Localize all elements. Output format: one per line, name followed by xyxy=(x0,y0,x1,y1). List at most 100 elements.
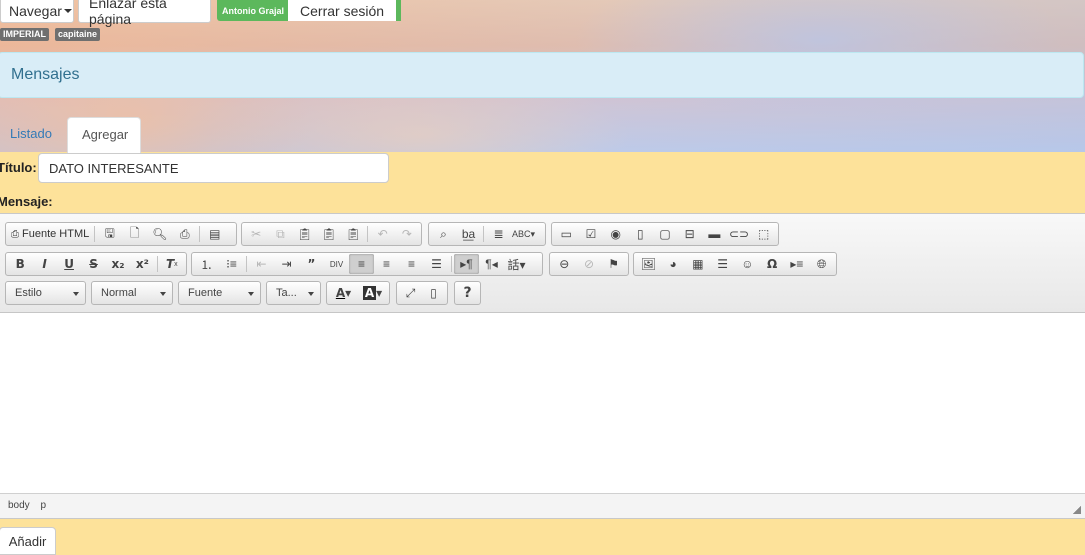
editor-content-area[interactable] xyxy=(0,314,1085,494)
help-icon[interactable]: ? xyxy=(457,283,478,303)
page-break-icon[interactable]: ▸≡ xyxy=(785,254,810,274)
titulo-label: Título: xyxy=(0,160,37,175)
toolbar-group-links: ⊖ ⊘ ⚑ xyxy=(549,252,629,276)
numbered-list-icon[interactable]: ⒈ xyxy=(194,254,219,274)
unlink-icon[interactable]: ⊘ xyxy=(577,254,602,274)
size-combo[interactable]: Ta... xyxy=(266,281,321,305)
preview-icon[interactable]: 🔍︎ xyxy=(147,224,172,244)
language-icon[interactable]: 話▾ xyxy=(504,254,529,274)
form-icon[interactable]: ▭ xyxy=(554,224,579,244)
select-all-icon[interactable]: ≣ xyxy=(486,224,511,244)
outdent-icon[interactable]: ⇤ xyxy=(249,254,274,274)
tab-listado[interactable]: Listado xyxy=(0,117,62,153)
radio-icon[interactable]: ◉ xyxy=(603,224,628,244)
checkbox-icon[interactable]: ☑ xyxy=(579,224,604,244)
horizontal-rule-icon[interactable]: ☰ xyxy=(710,254,735,274)
find-icon[interactable]: ⌕ xyxy=(431,224,456,244)
bold-icon[interactable]: B xyxy=(8,254,32,274)
flash-icon[interactable]: ◕ xyxy=(661,254,686,274)
resize-handle-icon[interactable] xyxy=(1072,505,1081,514)
save-icon[interactable]: 🖫 xyxy=(97,224,122,244)
toolbar-separator xyxy=(246,256,247,272)
source-icon: ⎙ xyxy=(11,228,19,240)
textfield-icon[interactable]: ▯ xyxy=(628,224,653,244)
add-button[interactable]: Añadir xyxy=(0,527,56,555)
font-combo[interactable]: Fuente xyxy=(178,281,261,305)
caret-down-icon xyxy=(63,9,72,13)
table-icon[interactable]: ▦ xyxy=(686,254,711,274)
toolbar-group-basicstyles: B I U S x₂ x² Tx xyxy=(5,252,187,276)
titulo-input[interactable] xyxy=(38,153,389,183)
toolbar-group-document: ⎙ Fuente HTML 🖫 🗋 🔍︎ ⎙ ▤ xyxy=(5,222,237,246)
copy-icon[interactable]: ⧉ xyxy=(268,224,292,244)
text-direction-ltr-icon[interactable]: ▸¶ xyxy=(454,254,479,274)
smiley-icon[interactable]: ☺ xyxy=(735,254,760,274)
toolbar-separator xyxy=(367,226,369,242)
redo-icon[interactable]: ↷ xyxy=(395,224,419,244)
navegar-menu-button[interactable]: Navegar xyxy=(0,0,74,23)
templates-icon[interactable]: ▤ xyxy=(202,224,227,244)
text-color-icon[interactable]: A ▾ xyxy=(329,283,358,303)
textarea-icon[interactable]: ▢ xyxy=(653,224,678,244)
iframe-globe-icon[interactable]: 🌐︎ xyxy=(809,254,834,274)
replace-icon[interactable]: b͟a xyxy=(456,224,481,244)
badge-imperial: IMPERIAL xyxy=(0,28,50,41)
format-combo[interactable]: Normal xyxy=(91,281,173,305)
panel-title: Mensajes xyxy=(0,52,1084,98)
path-body[interactable]: body xyxy=(8,494,30,518)
button-field-icon[interactable]: ▬ xyxy=(702,224,727,244)
text-direction-rtl-icon[interactable]: ¶◂ xyxy=(479,254,504,274)
show-blocks-icon[interactable]: ▯ xyxy=(422,283,445,303)
logout-button[interactable]: Cerrar sesión xyxy=(288,0,402,21)
anchor-flag-icon[interactable]: ⚑ xyxy=(601,254,626,274)
strikethrough-icon[interactable]: S xyxy=(81,254,105,274)
spellcheck-icon[interactable]: ABC▾ xyxy=(511,224,536,244)
style-combo[interactable]: Estilo xyxy=(5,281,86,305)
image-button-icon[interactable]: ⊂⊃ xyxy=(727,224,752,244)
paste-word-icon[interactable]: 📋︎ xyxy=(341,224,365,244)
tab-agregar[interactable]: Agregar xyxy=(67,117,141,153)
toolbar-separator xyxy=(483,226,484,242)
subscript-icon[interactable]: x₂ xyxy=(106,254,130,274)
select-field-icon[interactable]: ⊟ xyxy=(677,224,702,244)
justify-icon[interactable]: ☰ xyxy=(424,254,449,274)
toolbar-separator xyxy=(94,226,96,242)
toolbar-group-colors: A ▾ A ▾ xyxy=(326,281,390,305)
user-name[interactable]: Antonio Grajal xyxy=(217,0,288,21)
bulleted-list-icon[interactable]: ⁝≡ xyxy=(219,254,244,274)
panel-title-text: Mensajes xyxy=(11,66,80,83)
source-html-button[interactable]: ⎙ Fuente HTML xyxy=(8,228,92,240)
italic-icon[interactable]: I xyxy=(32,254,56,274)
editor-toolbar: ⎙ Fuente HTML 🖫 🗋 🔍︎ ⎙ ▤ ✂ ⧉ 📋︎ 📋︎ 📋︎ ↶ … xyxy=(0,214,1085,313)
remove-format-icon[interactable]: Tx xyxy=(160,254,184,274)
background-color-icon[interactable]: A ▾ xyxy=(358,283,387,303)
new-page-icon[interactable]: 🗋 xyxy=(122,224,147,244)
link-icon[interactable]: ⊖ xyxy=(552,254,577,274)
paste-icon[interactable]: 📋︎ xyxy=(293,224,317,244)
link-page-button[interactable]: Enlazar esta página xyxy=(78,0,211,27)
image-icon[interactable]: 🖼︎ xyxy=(636,254,661,274)
path-p[interactable]: p xyxy=(40,494,46,518)
link-page-label: Enlazar esta página xyxy=(89,0,167,27)
underline-icon[interactable]: U xyxy=(57,254,81,274)
align-center-icon[interactable]: ≡ xyxy=(374,254,399,274)
editor-path-bar: body p xyxy=(0,493,1085,518)
print-icon[interactable]: ⎙ xyxy=(172,224,197,244)
maximize-icon[interactable]: ⤢ xyxy=(399,283,422,303)
create-div-icon[interactable]: DIV xyxy=(324,254,349,274)
toolbar-group-about: ? xyxy=(454,281,481,305)
paste-text-icon[interactable]: 📋︎ xyxy=(317,224,341,244)
blockquote-icon[interactable]: ” xyxy=(299,254,324,274)
rich-text-editor: ⎙ Fuente HTML 🖫 🗋 🔍︎ ⎙ ▤ ✂ ⧉ 📋︎ 📋︎ 📋︎ ↶ … xyxy=(0,213,1085,519)
hidden-field-icon[interactable]: ⬚ xyxy=(751,224,776,244)
superscript-icon[interactable]: x² xyxy=(130,254,154,274)
undo-icon[interactable]: ↶ xyxy=(370,224,394,244)
toolbar-group-forms: ▭ ☑ ◉ ▯ ▢ ⊟ ▬ ⊂⊃ ⬚ xyxy=(551,222,779,246)
align-right-icon[interactable]: ≡ xyxy=(399,254,424,274)
cut-icon[interactable]: ✂ xyxy=(244,224,268,244)
align-left-icon[interactable]: ≡ xyxy=(349,254,374,274)
special-char-icon[interactable]: Ω xyxy=(760,254,785,274)
toolbar-separator xyxy=(451,256,452,272)
toolbar-group-paragraph: ⒈ ⁝≡ ⇤ ⇥ ” DIV ≡ ≡ ≡ ☰ ▸¶ ¶◂ 話▾ xyxy=(191,252,543,276)
indent-icon[interactable]: ⇥ xyxy=(274,254,299,274)
